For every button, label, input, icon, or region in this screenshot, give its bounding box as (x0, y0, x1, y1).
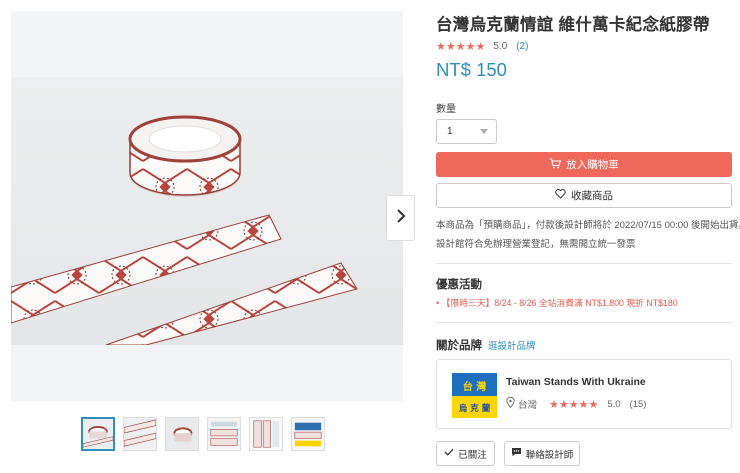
thumbnail-4[interactable] (207, 417, 241, 451)
add-to-favorites-button[interactable]: 收藏商品 (436, 183, 732, 208)
thumbnail-2[interactable] (123, 417, 157, 451)
star-rating-icon: ★★★★★ (436, 41, 486, 53)
quantity-label: 數量 (436, 104, 456, 115)
logo-text-bottom: 烏 克 蘭 (459, 403, 491, 414)
rating-score: 5.0 (493, 41, 508, 52)
promotion-item[interactable]: • 【限時三天】8/24 - 8/26 全站消費滿 NT$1,800 現折 NT… (436, 296, 678, 309)
heart-icon (555, 189, 566, 202)
thumbnail-1[interactable] (81, 417, 115, 451)
quantity-value: 1 (447, 126, 453, 137)
brand-section-title: 關於品牌 逛設計品牌 (436, 337, 536, 353)
follow-label: 已關注 (458, 449, 487, 461)
review-count-link[interactable]: (2) (516, 41, 528, 52)
visit-brand-link[interactable]: 逛設計品牌 (488, 341, 536, 352)
cart-icon (549, 157, 562, 172)
brand-card[interactable]: 台 灣 烏 克 蘭 Taiwan Stands With Ukraine 台灣 … (436, 359, 732, 429)
product-price: NT$ 150 (436, 59, 507, 80)
thumbnail-6[interactable] (291, 417, 325, 451)
contact-label: 聯絡設計師 (525, 449, 574, 461)
notice-line-2: 設計館符合免辦理營業登記，無需開立統一發票 (436, 239, 636, 250)
product-title: 台灣烏克蘭情誼 維什萬卡紀念紙膠帶 (436, 16, 710, 34)
message-icon (511, 447, 522, 460)
brand-heading: 關於品牌 (436, 340, 482, 352)
gallery-next-button[interactable] (386, 195, 415, 241)
preorder-notice: 本商品為「預購商品」，付款後設計師將於 2022/07/15 00:00 後開始… (436, 216, 740, 254)
brand-review-count: (15) (629, 398, 647, 410)
product-gallery (11, 11, 415, 401)
favorites-label: 收藏商品 (571, 190, 613, 202)
main-product-photo[interactable] (11, 77, 403, 345)
quantity-select[interactable]: 1 (436, 119, 497, 144)
chevron-right-icon (396, 208, 406, 228)
brand-name[interactable]: Taiwan Stands With Ukraine (506, 376, 646, 388)
check-icon (444, 448, 454, 459)
contact-designer-button[interactable]: 聯絡設計師 (504, 441, 580, 466)
follow-button[interactable]: 已關注 (436, 441, 495, 466)
logo-text-top: 台 灣 (463, 380, 486, 393)
add-to-cart-label: 放入購物車 (566, 159, 619, 171)
notice-line-1: 本商品為「預購商品」，付款後設計師將於 2022/07/15 00:00 後開始… (436, 220, 740, 231)
brand-meta: 台灣 ★★★★★ 5.0 (15) (506, 396, 647, 411)
brand-location: 台灣 (518, 400, 538, 411)
thumbnail-5[interactable] (249, 417, 283, 451)
chevron-down-icon (480, 129, 488, 134)
add-to-cart-button[interactable]: 放入購物車 (436, 152, 732, 177)
thumbnail-3[interactable] (165, 417, 199, 451)
brand-star-rating-icon: ★★★★★ (549, 398, 599, 411)
promotions-heading: 優惠活動 (436, 279, 482, 291)
product-rating: ★★★★★ 5.0 (2) (436, 40, 528, 53)
thumbnail-strip (81, 417, 325, 451)
divider (436, 322, 732, 323)
location-pin-icon (506, 396, 515, 411)
brand-rating-score: 5.0 (607, 398, 621, 410)
brand-logo[interactable]: 台 灣 烏 克 蘭 (452, 373, 497, 418)
divider (436, 263, 732, 264)
